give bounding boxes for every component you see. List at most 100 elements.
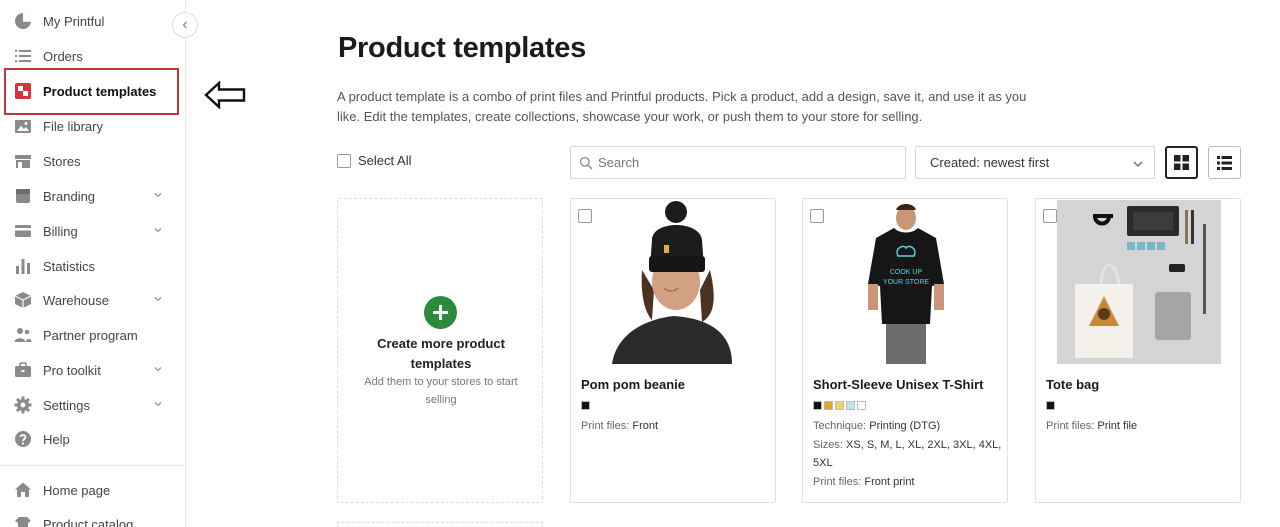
gear-icon xyxy=(14,396,32,414)
color-swatch xyxy=(835,401,844,410)
sidebar-item-billing[interactable]: Billing xyxy=(0,214,185,248)
list-icon xyxy=(14,47,32,65)
sidebar-item-branding[interactable]: Branding xyxy=(0,179,185,213)
color-swatch xyxy=(846,401,855,410)
sidebar-item-statistics[interactable]: Statistics xyxy=(0,249,185,283)
create-card-title: Create more product templates xyxy=(377,336,505,371)
select-all[interactable]: Select All xyxy=(337,153,411,168)
print-files-row: Print files: Front print xyxy=(813,473,1003,492)
sidebar-item-label: Stores xyxy=(43,153,81,169)
select-all-checkbox[interactable] xyxy=(337,153,351,168)
chevron-down-icon xyxy=(154,297,162,302)
sort-value: Created: newest first xyxy=(930,155,1050,170)
product-checkbox[interactable] xyxy=(1043,209,1057,223)
product-checkbox[interactable] xyxy=(810,209,824,223)
print-files-value: Print file xyxy=(1097,420,1138,432)
sidebar-item-warehouse[interactable]: Warehouse xyxy=(0,283,185,317)
sidebar-item-label: File library xyxy=(43,118,103,134)
color-swatches xyxy=(1046,401,1055,410)
sidebar-item-help[interactable]: Help xyxy=(0,422,185,456)
sizes-row: Sizes: XS, S, M, L, XL, 2XL, 3XL, 4XL, 5… xyxy=(813,436,1003,473)
collapse-sidebar-button[interactable] xyxy=(172,12,198,38)
product-card-pom-pom-beanie[interactable]: Pom pom beanie Print files: Front xyxy=(570,198,776,503)
list-icon xyxy=(1217,155,1232,170)
active-item-highlight xyxy=(4,68,179,115)
sidebar-item-stores[interactable]: Stores xyxy=(0,144,185,178)
chevron-down-icon xyxy=(154,367,162,372)
chevron-down-icon xyxy=(154,193,162,198)
sidebar-item-my-printful[interactable]: My Printful xyxy=(0,4,185,38)
color-swatches xyxy=(813,401,866,410)
create-card-subtitle: Add them to your stores to start selling xyxy=(364,376,518,406)
product-card-t-shirt[interactable]: COOK UP YOUR STORE Short-Sleeve Unisex T… xyxy=(802,198,1008,503)
search-box[interactable] xyxy=(570,146,906,179)
sidebar-divider xyxy=(0,465,185,466)
product-image-tote-bag xyxy=(1057,200,1221,364)
product-card-tote-bag[interactable]: Tote bag Print files: Print file xyxy=(1035,198,1241,503)
print-files-label: Print files: xyxy=(1046,420,1095,432)
list-view-button[interactable] xyxy=(1208,146,1241,179)
home-icon xyxy=(14,481,32,499)
sidebar-item-label: Partner program xyxy=(43,327,138,343)
help-icon xyxy=(14,430,32,448)
chevron-left-icon xyxy=(182,21,187,29)
sidebar-item-label: Product catalog xyxy=(43,516,134,527)
sidebar-item-label: Settings xyxy=(43,397,90,413)
svg-text:YOUR STORE: YOUR STORE xyxy=(883,279,929,286)
product-name: Short-Sleeve Unisex T-Shirt xyxy=(813,377,984,392)
color-swatch xyxy=(1046,401,1055,410)
select-all-label: Select All xyxy=(358,153,412,168)
store-icon xyxy=(14,152,32,170)
print-files-value: Front print xyxy=(864,475,915,488)
sidebar-item-label: My Printful xyxy=(43,13,105,29)
pie-chart-icon xyxy=(14,12,32,30)
sidebar-item-pro-toolkit[interactable]: Pro toolkit xyxy=(0,353,185,387)
box-icon xyxy=(14,291,32,309)
technique-row: Technique: Printing (DTG) xyxy=(813,417,1003,436)
search-icon xyxy=(579,156,593,169)
plus-icon xyxy=(433,305,448,320)
sidebar-item-label: Statistics xyxy=(43,258,96,274)
sizes-label: Sizes: xyxy=(813,438,843,451)
create-template-card[interactable]: Create more product templates Add them t… xyxy=(337,198,543,503)
sidebar-item-product-catalog[interactable]: Product catalog xyxy=(0,507,185,527)
people-icon xyxy=(14,326,32,344)
sidebar-item-label: Orders xyxy=(43,48,83,64)
color-swatch xyxy=(581,401,590,410)
chevron-down-icon xyxy=(154,402,162,407)
sidebar-item-label: Pro toolkit xyxy=(43,362,101,378)
product-meta: Print files: Print file xyxy=(1046,417,1236,436)
sidebar-item-label: Warehouse xyxy=(43,292,109,308)
grid-view-button[interactable] xyxy=(1165,146,1198,179)
product-name: Tote bag xyxy=(1046,377,1100,392)
page-description: A product template is a combo of print f… xyxy=(337,89,1027,124)
bar-chart-icon xyxy=(14,257,32,275)
color-swatch xyxy=(813,401,822,410)
search-input[interactable] xyxy=(598,155,888,170)
product-name: Pom pom beanie xyxy=(581,377,686,392)
arrow-left-icon xyxy=(204,81,246,109)
sort-select[interactable]: Created: newest first xyxy=(915,146,1155,179)
product-image-beanie xyxy=(592,200,756,364)
sidebar-item-home-page[interactable]: Home page xyxy=(0,473,185,507)
print-files-row: Print files: Front xyxy=(581,417,771,436)
product-meta: Print files: Front xyxy=(581,417,771,436)
image-icon xyxy=(14,117,32,135)
sidebar-item-partner-program[interactable]: Partner program xyxy=(0,318,185,352)
product-image-t-shirt: COOK UP YOUR STORE xyxy=(824,200,988,364)
next-row-card xyxy=(337,522,543,527)
product-checkbox[interactable] xyxy=(578,209,592,223)
color-swatches xyxy=(581,401,590,410)
sidebar-item-label: Home page xyxy=(43,482,111,498)
sidebar-item-label: Help xyxy=(43,431,70,447)
chevron-down-icon xyxy=(154,228,162,233)
product-meta: Technique: Printing (DTG) Sizes: XS, S, … xyxy=(813,417,1003,491)
svg-text:COOK UP: COOK UP xyxy=(890,269,923,276)
briefcase-icon xyxy=(14,361,32,379)
add-template-button[interactable] xyxy=(424,296,457,329)
technique-label: Technique: xyxy=(813,420,867,432)
print-files-row: Print files: Print file xyxy=(1046,417,1236,436)
sidebar-item-settings[interactable]: Settings xyxy=(0,388,185,422)
sidebar-item-label: Billing xyxy=(43,223,78,239)
color-swatch xyxy=(857,401,866,410)
